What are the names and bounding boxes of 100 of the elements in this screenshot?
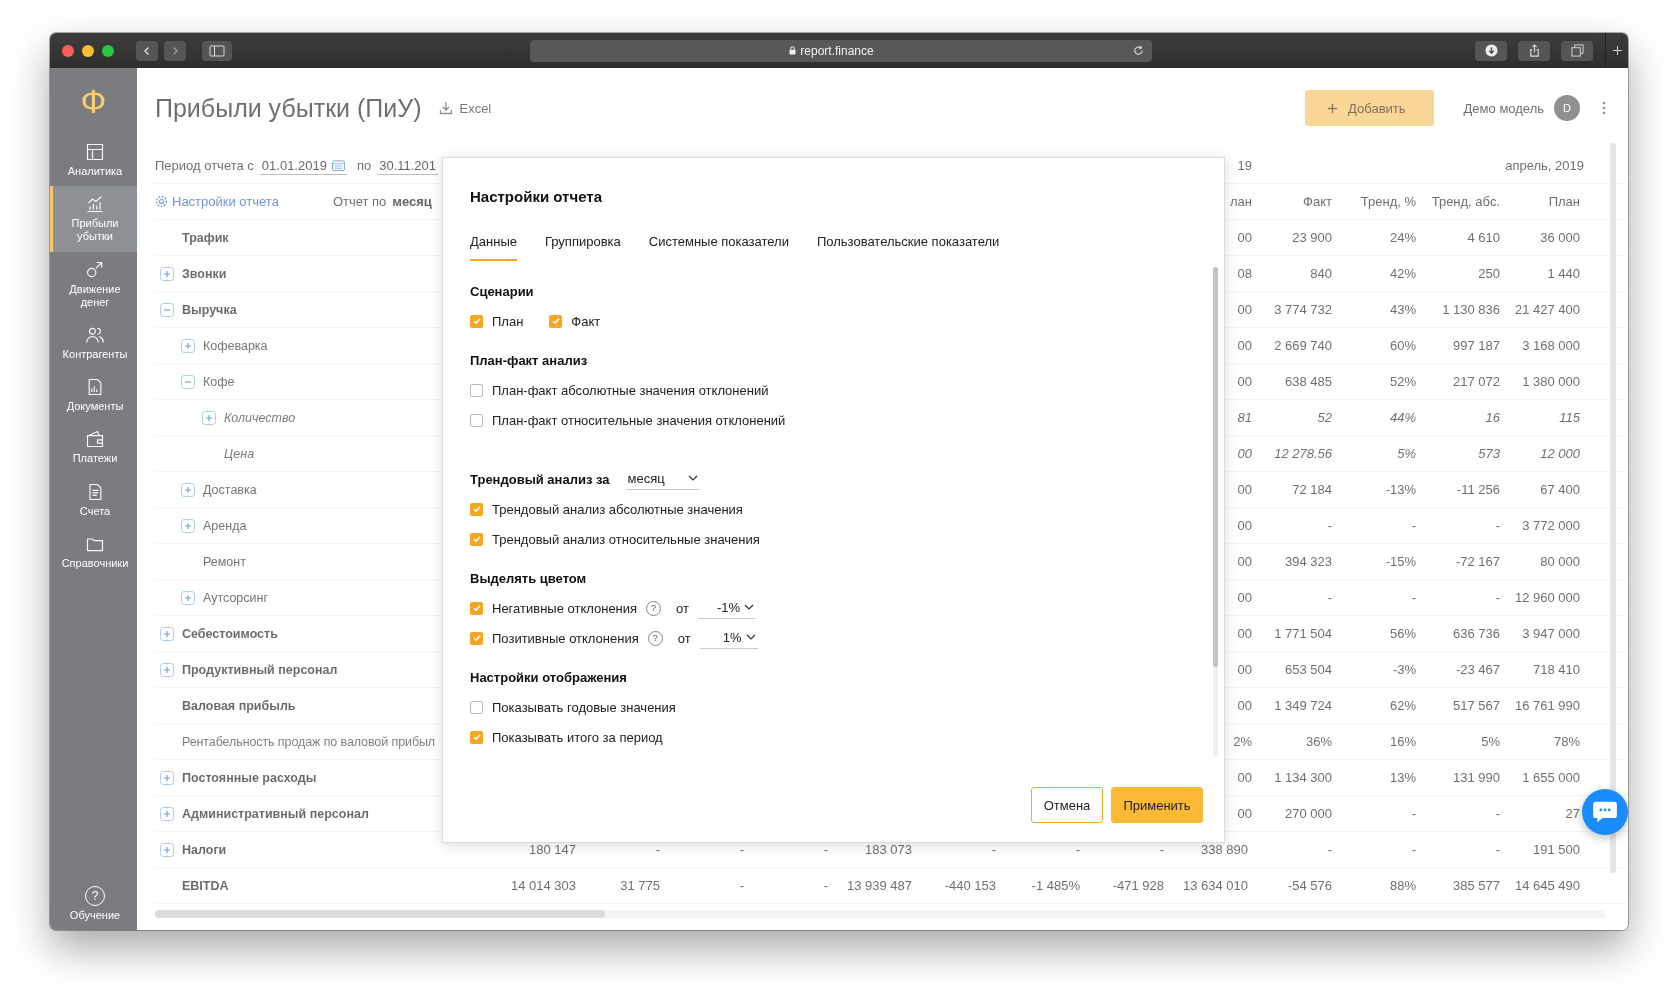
add-button[interactable]: Добавить xyxy=(1305,90,1434,126)
table-cell-text: - xyxy=(1411,518,1417,533)
forward-button[interactable] xyxy=(164,40,186,61)
checkbox-label[interactable]: Трендовый анализ относительные значения xyxy=(492,531,760,547)
collapse-icon[interactable] xyxy=(181,374,195,389)
checkbox-label[interactable]: Показывать итого за период xyxy=(492,729,663,745)
checkbox-label[interactable]: План-факт относительные значения отклонений xyxy=(492,412,786,428)
table-cell-text: - xyxy=(1159,842,1165,857)
tab[interactable]: Пользовательские показатели xyxy=(816,228,1000,261)
report-by-select[interactable]: месяц xyxy=(392,194,432,209)
table-cell-text: 52 xyxy=(1317,410,1333,425)
row-label: Аутсорсинг xyxy=(203,590,269,605)
chat-button[interactable] xyxy=(1582,789,1628,835)
sidebar-item[interactable]: Документы xyxy=(50,369,137,422)
table-cell-text: 27 xyxy=(1565,806,1581,821)
expand-icon[interactable] xyxy=(181,338,195,353)
address-bar[interactable]: report.finance xyxy=(530,39,1152,62)
sidebar-item[interactable]: Справочники xyxy=(50,525,137,578)
expand-icon[interactable] xyxy=(181,518,195,533)
expand-icon[interactable] xyxy=(202,410,216,425)
row-label: Налоги xyxy=(182,842,227,857)
checkbox[interactable] xyxy=(470,601,483,615)
sidebar-item[interactable]: Платежи xyxy=(50,421,137,474)
threshold-select[interactable]: 1% xyxy=(699,627,758,649)
expand-icon[interactable] xyxy=(160,266,174,281)
period-select[interactable]: месяц xyxy=(625,468,700,490)
checkbox-label[interactable]: План-факт абсолютные значения отклонений xyxy=(492,382,769,398)
expand-icon[interactable] xyxy=(160,662,174,677)
checkbox[interactable] xyxy=(470,532,483,546)
back-button[interactable] xyxy=(136,40,158,61)
table-cell-text: - xyxy=(991,842,997,857)
help-item[interactable]: ? Обучение xyxy=(50,877,137,930)
close-button[interactable] xyxy=(62,44,74,57)
table-cell-text: 1 771 504 xyxy=(1274,626,1333,641)
table-cell-text: 12 960 000 xyxy=(1514,590,1581,605)
table-cell-text: 1 130 836 xyxy=(1442,302,1501,317)
excel-export-link[interactable]: Excel xyxy=(439,100,492,116)
apply-button[interactable]: Применить xyxy=(1111,787,1203,823)
sidebar-item[interactable]: Счета xyxy=(50,473,137,526)
expand-icon[interactable] xyxy=(160,770,174,785)
checkbox-label[interactable]: Позитивные отклонения xyxy=(492,630,639,646)
more-menu-icon[interactable] xyxy=(1602,101,1606,115)
checkbox-label[interactable]: Негативные отклонения xyxy=(492,600,638,616)
table-cell-text: 08 xyxy=(1237,266,1253,281)
cancel-button[interactable]: Отмена xyxy=(1031,787,1103,823)
table-cell-text: 3 774 732 xyxy=(1274,302,1333,317)
sidebar-item[interactable]: Контрагенты xyxy=(50,316,137,370)
checkbox[interactable] xyxy=(470,730,483,744)
share-button[interactable] xyxy=(1518,40,1550,61)
expand-icon[interactable] xyxy=(181,590,195,605)
expand-icon[interactable] xyxy=(160,626,174,641)
table-cell-text: 394 323 xyxy=(1285,554,1333,569)
checkbox[interactable] xyxy=(470,413,483,427)
checkbox[interactable] xyxy=(470,383,483,397)
expand-icon[interactable] xyxy=(160,842,174,857)
row-label: Рентабельность продаж по валовой прибыл xyxy=(182,734,436,749)
from-label: от xyxy=(677,630,691,646)
table-cell-text: 3 947 000 xyxy=(1522,626,1581,641)
threshold-select[interactable]: -1% xyxy=(698,597,756,619)
table-cell-text: 191 500 xyxy=(1533,842,1581,857)
horizontal-scrollbar[interactable] xyxy=(155,910,1605,918)
tab[interactable]: Группировка xyxy=(544,228,621,261)
table-cell-text: 16% xyxy=(1389,734,1417,749)
checkbox[interactable] xyxy=(470,631,483,645)
vertical-scrollbar[interactable] xyxy=(1610,143,1616,873)
checkbox-label[interactable]: Показывать годовые значения xyxy=(492,699,676,715)
table-cell-text: 3 168 000 xyxy=(1522,338,1581,353)
table-cell-text: 62% xyxy=(1389,698,1417,713)
table-cell-text: 42% xyxy=(1389,266,1417,281)
tabs-button[interactable] xyxy=(1561,40,1593,61)
table-cell-text: 00 xyxy=(1237,806,1253,821)
checkbox[interactable] xyxy=(549,314,563,328)
table-cell-text: -11 256 xyxy=(1456,482,1501,497)
collapse-icon[interactable] xyxy=(160,302,174,317)
table-cell-text: 00 xyxy=(1237,518,1253,533)
checkbox[interactable] xyxy=(470,502,483,516)
expand-icon[interactable] xyxy=(160,806,174,821)
checkbox[interactable] xyxy=(470,700,483,714)
table-cell-text: -471 928 xyxy=(1112,878,1165,893)
sidebar-toggle-button[interactable] xyxy=(202,40,232,61)
download-button[interactable] xyxy=(1475,40,1507,61)
checkbox-label[interactable]: План xyxy=(492,313,524,329)
maximize-button[interactable] xyxy=(102,44,114,57)
tab[interactable]: Данные xyxy=(470,228,517,261)
checkbox[interactable] xyxy=(470,314,483,328)
table-cell-text: 3 772 000 xyxy=(1522,518,1581,533)
date-field[interactable]: 30.11.201 xyxy=(377,156,439,175)
user-name[interactable]: Демо модель xyxy=(1463,100,1544,116)
reload-icon[interactable] xyxy=(1133,45,1144,56)
expand-icon[interactable] xyxy=(181,482,195,497)
checkbox-label[interactable]: Факт xyxy=(571,313,601,329)
table-cell-text: - xyxy=(1327,590,1333,605)
table-cell-text: 12 278.56 xyxy=(1274,446,1333,461)
dialog-scrollbar[interactable] xyxy=(1213,267,1218,757)
table-cell-text: -72 167 xyxy=(1455,554,1501,569)
minimize-button[interactable] xyxy=(82,44,94,57)
table-cell-text: 81 xyxy=(1237,410,1253,425)
date-field[interactable]: 01.01.2019 xyxy=(259,156,347,175)
tab[interactable]: Системные показатели xyxy=(648,228,789,261)
checkbox-label[interactable]: Трендовый анализ абсолютные значения xyxy=(492,501,743,517)
